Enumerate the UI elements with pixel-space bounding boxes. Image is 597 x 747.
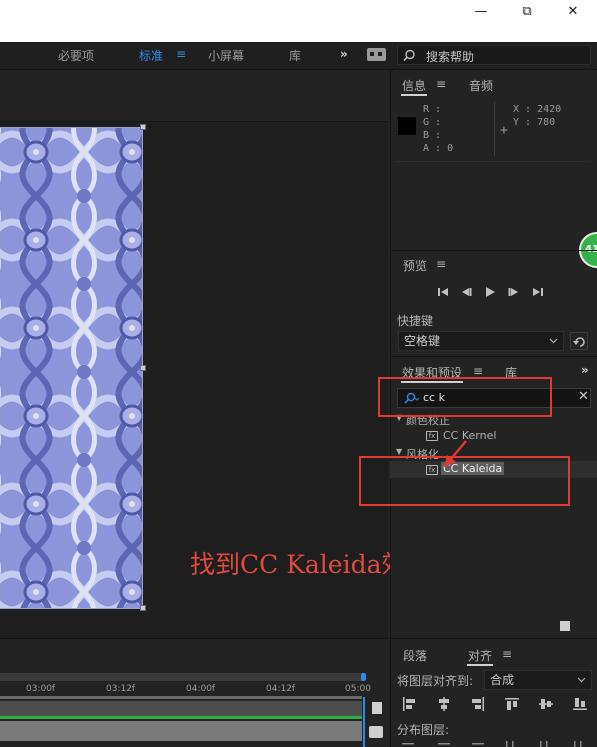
kaleida-pattern-image <box>0 128 142 608</box>
panel-divider <box>390 356 597 357</box>
panel-resize-icon[interactable] <box>560 621 570 631</box>
align-top-icon[interactable] <box>503 696 521 712</box>
work-area-bar[interactable] <box>0 673 364 681</box>
info-x: X : 2420 <box>513 104 562 115</box>
workspace-libraries[interactable]: 库 <box>289 47 301 64</box>
current-time-indicator[interactable] <box>363 697 365 747</box>
loop-icon <box>573 337 585 347</box>
annotation-arrow-icon <box>444 440 467 467</box>
chevron-down-icon <box>577 677 586 683</box>
tab-audio[interactable]: 音频 <box>469 77 493 94</box>
preview-title: 预览 <box>403 259 428 273</box>
distribute-label: 分布图层: <box>397 723 450 737</box>
minimize-button[interactable]: — <box>458 0 504 22</box>
timeline-end-marker[interactable] <box>372 702 382 714</box>
workspace-small-screen[interactable]: 小屏幕 <box>208 47 244 64</box>
work-area-end-handle[interactable] <box>361 673 366 681</box>
panel-menu-icon[interactable]: ≡ <box>473 364 483 378</box>
highlight-box-search <box>378 377 552 417</box>
viewer-header <box>0 70 388 122</box>
transform-handle[interactable] <box>140 605 146 611</box>
search-help-field[interactable]: 搜索帮助 <box>397 45 591 65</box>
active-tab-underline <box>401 94 427 96</box>
workspace-menu-icon[interactable]: ≡ <box>176 47 186 61</box>
tab-paragraph[interactable]: 段落 <box>403 647 427 664</box>
time-ruler-tick: 03:00f <box>26 684 56 694</box>
next-frame-icon[interactable] <box>507 285 521 299</box>
panel-menu-icon[interactable]: ≡ <box>436 77 446 91</box>
panel-divider <box>390 250 597 251</box>
panel-more-icon[interactable]: » <box>581 363 589 377</box>
panel-divider <box>390 638 597 639</box>
info-b: B : <box>423 130 442 141</box>
crosshair-icon: + <box>500 123 508 138</box>
search-help-placeholder: 搜索帮助 <box>426 50 475 64</box>
time-ruler-tick: 03:12f <box>106 684 136 694</box>
info-divider <box>494 102 495 156</box>
transform-handle[interactable] <box>140 365 146 371</box>
kaleida-layer-preview[interactable] <box>0 127 143 609</box>
panel-menu-icon[interactable]: ≡ <box>502 647 512 661</box>
workspace-more-icon[interactable]: » <box>340 47 348 61</box>
shortcut-select[interactable]: 空格键 <box>398 331 564 351</box>
distribute-icons-row[interactable] <box>398 739 588 747</box>
transform-handle[interactable] <box>140 124 146 130</box>
effect-icon: fx <box>426 431 438 441</box>
clear-search-icon[interactable]: ✕ <box>578 389 589 404</box>
chevron-down-icon <box>549 338 558 344</box>
info-g: G : <box>423 117 442 128</box>
shortcut-value: 空格键 <box>404 334 441 348</box>
align-horizontal-center-icon[interactable] <box>435 696 453 712</box>
play-icon[interactable] <box>483 285 497 299</box>
expand-arrow-icon[interactable]: ▼ <box>396 447 402 456</box>
sync-settings-icon[interactable] <box>367 48 386 61</box>
loop-button[interactable] <box>570 332 588 350</box>
last-frame-icon[interactable] <box>531 285 545 299</box>
layer-duration-bar <box>0 716 362 719</box>
previous-frame-icon[interactable] <box>459 285 473 299</box>
tab-align[interactable]: 对齐 <box>468 647 492 664</box>
time-ruler-tick: 04:12f <box>266 684 296 694</box>
workspace-essentials[interactable]: 必要项 <box>58 47 94 64</box>
align-bottom-icon[interactable] <box>571 696 589 712</box>
align-vertical-center-icon[interactable] <box>537 696 555 712</box>
shortcut-label: 快捷键 <box>397 314 434 328</box>
info-r: R : <box>423 104 442 115</box>
align-to-select[interactable]: 合成 <box>484 670 592 690</box>
close-button[interactable]: ✕ <box>550 0 596 22</box>
align-to-label: 将图层对齐到: <box>397 674 474 688</box>
workspace-standard[interactable]: 标准 <box>139 47 163 64</box>
time-ruler-tick: 05:00 <box>345 684 371 694</box>
info-a: A : 0 <box>423 143 454 154</box>
align-left-icon[interactable] <box>400 696 418 712</box>
panel-divider <box>396 161 591 162</box>
comp-button-icon[interactable] <box>369 726 383 738</box>
search-icon <box>403 49 415 62</box>
time-ruler-tick: 04:00f <box>186 684 216 694</box>
align-to-value: 合成 <box>490 673 515 687</box>
info-y: Y : 780 <box>513 117 556 128</box>
first-frame-icon[interactable] <box>436 285 450 299</box>
ruler-baseline <box>0 696 362 699</box>
restore-button[interactable]: ⧉ <box>504 0 550 22</box>
active-tab-underline <box>467 664 493 666</box>
layer-bar[interactable] <box>0 721 362 741</box>
align-right-icon[interactable] <box>469 696 487 712</box>
tab-info[interactable]: 信息 <box>402 77 426 94</box>
panel-menu-icon[interactable]: ≡ <box>436 257 446 271</box>
color-swatch <box>398 117 416 135</box>
layer-track[interactable] <box>0 701 362 716</box>
